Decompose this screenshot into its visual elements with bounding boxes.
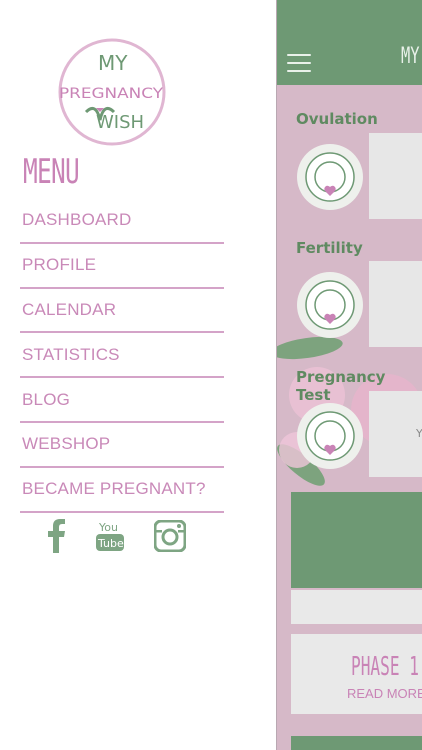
fertility-card[interactable] — [369, 261, 422, 347]
youtube-icon[interactable]: You Tube — [95, 519, 125, 553]
menu-item-blog[interactable]: BLOG — [20, 378, 224, 423]
menu-item-label: DASHBOARD — [22, 210, 132, 230]
logo-text-pregnancy: PREGNANCY — [59, 86, 164, 102]
hamburger-menu-icon[interactable] — [287, 54, 311, 72]
phase-title: PHASE 1 — [351, 652, 419, 682]
app-logo: MY PREGNANCY WISH — [58, 38, 166, 146]
menu-item-became-pregnant[interactable]: BECAME PREGNANT? — [20, 468, 224, 513]
heart-ring-icon — [305, 411, 355, 461]
app-title: MY — [401, 44, 420, 69]
section-label-ovulation: Ovulation — [296, 110, 378, 128]
menu-item-calendar[interactable]: CALENDAR — [20, 289, 224, 334]
menu-item-label: BECAME PREGNANT? — [22, 479, 206, 499]
menu-item-label: STATISTICS — [22, 344, 120, 364]
logo-text-wish: WISH — [96, 112, 144, 133]
menu-item-label: BLOG — [22, 389, 71, 409]
pregnancy-test-card[interactable] — [369, 391, 422, 477]
fertility-ring[interactable] — [297, 272, 363, 338]
heart-ring-icon — [305, 280, 355, 330]
info-strip — [291, 590, 422, 624]
menu-item-dashboard[interactable]: DASHBOARD — [20, 199, 224, 244]
facebook-icon[interactable] — [46, 519, 66, 553]
top-app-bar: MY — [277, 0, 422, 85]
read-more-link[interactable]: READ MORE — [347, 686, 422, 701]
youtube-text-top: You — [98, 521, 118, 534]
youtube-text-bottom: Tube — [97, 537, 124, 550]
menu-title: MENU — [23, 152, 80, 192]
summary-banner — [291, 492, 422, 588]
instagram-icon[interactable] — [154, 520, 186, 552]
social-links: You Tube — [46, 518, 186, 554]
menu-item-label: CALENDAR — [22, 299, 117, 319]
menu-list: DASHBOARD PROFILE CALENDAR STATISTICS BL… — [20, 199, 224, 513]
phase-card[interactable]: PHASE 1 READ MORE — [291, 634, 422, 714]
pregnancy-test-card-text: Y — [416, 427, 422, 440]
main-content: MY Ovulation Fertility Pregnancy Test PH… — [276, 0, 422, 750]
menu-item-profile[interactable]: PROFILE — [20, 244, 224, 289]
menu-item-webshop[interactable]: WEBSHOP — [20, 423, 224, 468]
menu-item-label: PROFILE — [22, 255, 97, 275]
logo-text-my: MY — [98, 51, 128, 75]
menu-item-statistics[interactable]: STATISTICS — [20, 333, 224, 379]
navigation-drawer: MY PREGNANCY WISH MENU DASHBOARD PROFILE… — [0, 0, 276, 750]
pregnancy-test-ring[interactable] — [297, 403, 363, 469]
section-label-fertility: Fertility — [296, 239, 363, 257]
ovulation-ring[interactable] — [297, 144, 363, 210]
ovulation-card[interactable] — [369, 133, 422, 219]
bottom-banner — [291, 736, 422, 750]
menu-item-label: WEBSHOP — [22, 434, 111, 454]
heart-ring-icon — [305, 152, 355, 202]
